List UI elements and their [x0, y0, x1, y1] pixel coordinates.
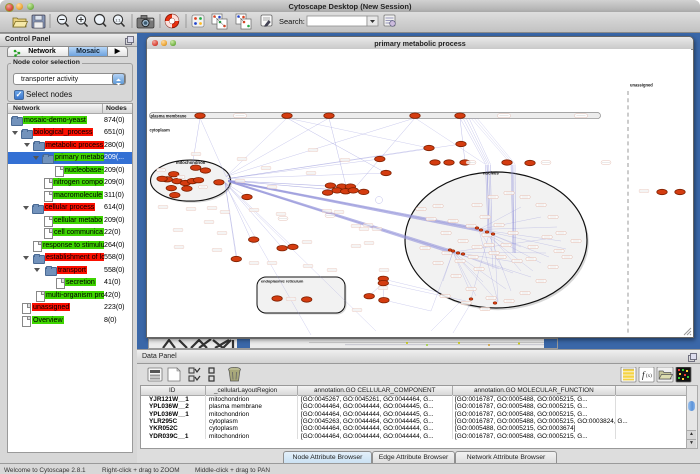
svg-text:endoplasmic reticulum: endoplasmic reticulum	[261, 279, 304, 284]
svg-text:nucleus: nucleus	[483, 171, 499, 176]
svg-text:1:1: 1:1	[115, 17, 121, 22]
svg-text:unassigned: unassigned	[630, 83, 653, 88]
svg-text:plasma membrane: plasma membrane	[151, 114, 188, 119]
svg-text:mitochondrion: mitochondrion	[176, 160, 206, 165]
svg-text:(x): (x)	[646, 374, 652, 379]
svg-text:cytoplasm: cytoplasm	[150, 128, 171, 133]
svg-text:Search:: Search:	[279, 17, 305, 26]
